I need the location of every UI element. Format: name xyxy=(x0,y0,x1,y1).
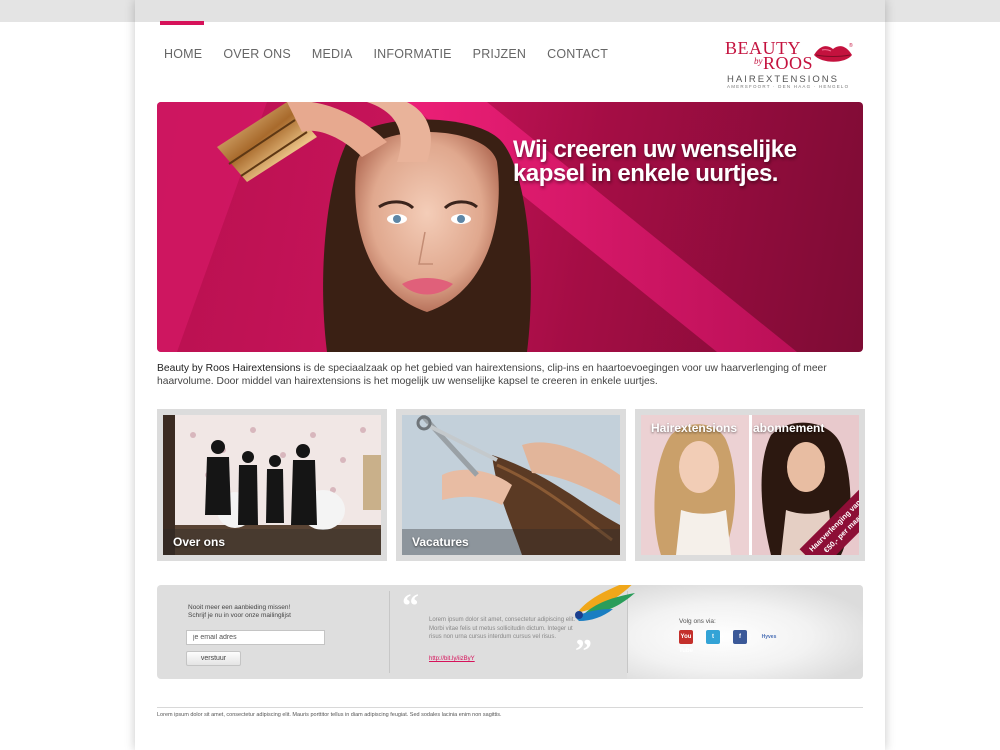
card-over-ons[interactable]: Over ons xyxy=(157,409,387,561)
nav-prijzen[interactable]: PRIJZEN xyxy=(473,47,527,61)
intro-paragraph: Beauty by Roos Hairextensions is de spec… xyxy=(157,362,863,388)
quote-close-icon: ” xyxy=(575,633,592,670)
hero-banner: Wij creeren uw wenselijke kapsel in enke… xyxy=(157,102,863,352)
hyves-icon[interactable]: Hyves xyxy=(760,630,778,644)
quote-link[interactable]: http://bit.ly/iizByY xyxy=(429,656,475,662)
newsletter-subtitle: Schrijf je nu in voor onze mailinglijst xyxy=(188,612,291,619)
card-abon-label-left: Hairextensions xyxy=(651,421,738,435)
active-nav-indicator xyxy=(160,21,204,25)
logo-cities-text: AMERSFOORT · DEN HAAG · HENGELO xyxy=(727,84,850,89)
page-container: HOME OVER ONS MEDIA INFORMATIE PRIJZEN C… xyxy=(135,0,885,750)
bird-icon xyxy=(575,585,635,621)
newsletter-title: Nooit meer een aanbieding missen! xyxy=(188,604,291,611)
card-vacatures-label: Vacatures xyxy=(412,535,469,549)
follow-label: Volg ons via: xyxy=(679,618,716,625)
nav-home[interactable]: HOME xyxy=(164,47,202,61)
nav-informatie[interactable]: INFORMATIE xyxy=(374,47,452,61)
nav-media[interactable]: MEDIA xyxy=(312,47,353,61)
brand-logo[interactable]: BEAUTY by ROOS ® HAIREXTENSIONS AMERSFOO… xyxy=(725,38,855,90)
footer-rule xyxy=(157,707,863,708)
quote-open-icon: “ xyxy=(402,588,419,625)
nav-contact[interactable]: CONTACT xyxy=(547,47,608,61)
lips-icon: ® xyxy=(814,42,853,62)
logo-roos-text: ROOS xyxy=(763,53,814,73)
main-nav: HOME OVER ONS MEDIA INFORMATIE PRIJZEN C… xyxy=(164,47,629,61)
card-abonnement[interactable]: Hairextensions abonnement Haarverlenging… xyxy=(635,409,865,561)
submit-button[interactable]: verstuur xyxy=(186,651,241,666)
nav-over-ons[interactable]: OVER ONS xyxy=(223,47,291,61)
page-top-strip xyxy=(135,0,885,22)
card-over-ons-label: Over ons xyxy=(173,535,226,549)
footer-panel: Nooit meer een aanbieding missen! Schrij… xyxy=(157,585,863,679)
card-over-ons-image: Over ons xyxy=(163,415,381,555)
trademark-symbol: ® xyxy=(849,42,853,49)
facebook-icon[interactable]: f xyxy=(733,630,747,644)
card-vacatures[interactable]: Vacatures xyxy=(396,409,626,561)
hero-headline: Wij creeren uw wenselijke kapsel in enke… xyxy=(513,136,797,187)
hero-line-1: Wij creeren uw wenselijke xyxy=(513,136,797,163)
twitter-icon[interactable]: t xyxy=(706,630,720,644)
card-abon-label-right: abonnement xyxy=(753,421,825,435)
card-vacatures-image: Vacatures xyxy=(402,415,620,555)
email-field[interactable] xyxy=(186,630,325,645)
footer-divider-1 xyxy=(389,591,390,673)
youtube-icon[interactable]: You Tube xyxy=(679,630,693,654)
card-abonnement-image: Hairextensions abonnement Haarverlenging… xyxy=(641,415,859,555)
quote-text: Lorem ipsum dolor sit amet, consectetur … xyxy=(429,617,576,640)
footer-text: Lorem ipsum dolor sit amet, consectetur … xyxy=(157,712,502,718)
hero-line-2: kapsel in enkele uurtjes. xyxy=(513,160,778,187)
logo-by-text: by xyxy=(754,56,763,66)
intro-brand: Beauty by Roos Hairextensions xyxy=(157,363,301,374)
